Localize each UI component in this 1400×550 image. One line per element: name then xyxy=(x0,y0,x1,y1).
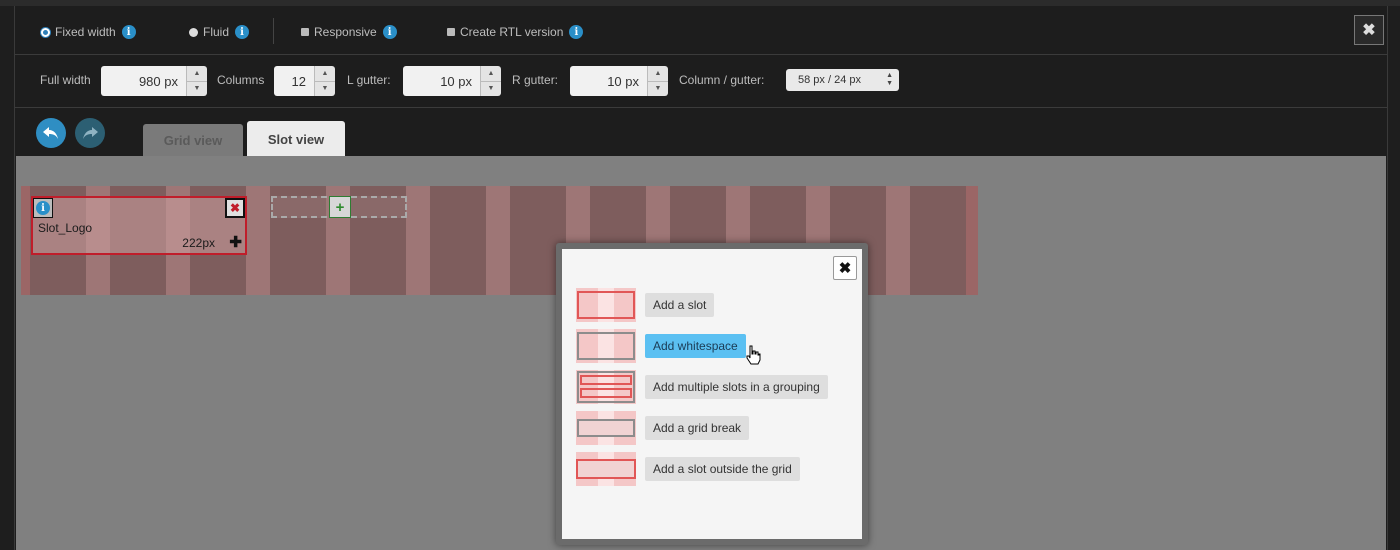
add-slot-button[interactable]: + xyxy=(329,196,351,218)
slot-logo[interactable]: i ✖ Slot_Logo 222px ✚ xyxy=(31,196,247,255)
columns-stepper[interactable]: 12 ▲ ▼ xyxy=(274,66,335,96)
grid-column xyxy=(910,186,966,295)
hand-cursor-icon xyxy=(746,345,761,365)
fixed-width-label: Fixed width xyxy=(55,25,116,39)
rtl-option[interactable]: Create RTL version i xyxy=(447,24,584,40)
full-width-stepper[interactable]: 980 px ▲ ▼ xyxy=(101,66,207,96)
option-add-slot[interactable]: Add a slot xyxy=(576,288,862,322)
add-slot-placeholder[interactable]: + xyxy=(271,196,407,218)
l-gutter-spinner[interactable]: ▲ ▼ xyxy=(480,66,501,96)
fixed-width-option[interactable]: Fixed width i xyxy=(41,24,136,40)
add-element-popup: ✖ Add a slot Add whitespace Add multiple… xyxy=(556,243,868,545)
fluid-label: Fluid xyxy=(203,25,230,39)
grid-gutter xyxy=(886,186,910,295)
popup-body: ✖ Add a slot Add whitespace Add multiple… xyxy=(562,249,862,539)
columns-label: Columns xyxy=(217,73,265,87)
r-gutter-label: R gutter: xyxy=(512,73,559,87)
option-add-grouping[interactable]: Add multiple slots in a grouping xyxy=(576,370,862,404)
undo-button[interactable] xyxy=(36,118,66,148)
column-gutter-select[interactable]: 58 px / 24 px ▲ ▼ xyxy=(786,69,899,91)
grid-gutter xyxy=(406,186,430,295)
resize-handle-icon[interactable]: ✚ xyxy=(229,235,242,251)
spin-up-icon[interactable]: ▲ xyxy=(481,66,501,82)
redo-button[interactable] xyxy=(75,118,105,148)
grid-gutter xyxy=(486,186,510,295)
info-icon[interactable]: i xyxy=(235,25,250,39)
add-grouping-option-button[interactable]: Add multiple slots in a grouping xyxy=(645,375,828,399)
full-width-input[interactable]: 980 px xyxy=(101,66,186,96)
spin-up-icon[interactable]: ▲ xyxy=(648,66,668,82)
whitespace-thumbnail xyxy=(576,329,636,363)
fixed-width-radio[interactable] xyxy=(41,27,50,37)
add-slot-option-button[interactable]: Add a slot xyxy=(645,293,715,317)
responsive-label: Responsive xyxy=(314,25,377,39)
option-add-outside-slot[interactable]: Add a slot outside the grid xyxy=(576,452,862,486)
slot-name: Slot_Logo xyxy=(38,221,93,235)
divider xyxy=(273,18,274,44)
tab-slot-view[interactable]: Slot view xyxy=(247,121,345,157)
info-icon[interactable]: i xyxy=(382,25,397,39)
grid-gutter xyxy=(246,186,270,295)
info-icon[interactable]: i xyxy=(121,25,136,39)
spin-up-icon[interactable]: ▲ xyxy=(187,66,207,82)
r-gutter-stepper[interactable]: 10 px ▲ ▼ xyxy=(570,66,668,96)
fluid-option[interactable]: Fluid i xyxy=(189,24,250,40)
grid-column xyxy=(430,186,486,295)
add-outside-slot-option-button[interactable]: Add a slot outside the grid xyxy=(645,457,800,481)
l-gutter-stepper[interactable]: 10 px ▲ ▼ xyxy=(403,66,501,96)
slot-delete-button[interactable]: ✖ xyxy=(225,198,245,218)
columns-spinner[interactable]: ▲ ▼ xyxy=(314,66,335,96)
l-gutter-label: L gutter: xyxy=(347,73,391,87)
column-gutter-label: Column / gutter: xyxy=(679,73,765,87)
column-gutter-value: 58 px / 24 px xyxy=(798,74,861,86)
spin-down-icon[interactable]: ▼ xyxy=(187,82,207,97)
tab-grid-view[interactable]: Grid view xyxy=(143,124,243,157)
layout-mode-bar: Fixed width i Fluid i Responsive i Creat… xyxy=(15,6,1387,55)
redo-icon xyxy=(83,127,98,139)
option-add-grid-break[interactable]: Add a grid break xyxy=(576,411,862,445)
option-add-whitespace[interactable]: Add whitespace xyxy=(576,329,862,365)
info-icon[interactable]: i xyxy=(569,25,584,39)
info-icon: i xyxy=(36,201,50,215)
add-whitespace-option-button[interactable]: Add whitespace xyxy=(645,334,746,358)
add-grid-break-option-button[interactable]: Add a grid break xyxy=(645,416,750,440)
grid-settings-bar: Full width 980 px ▲ ▼ Columns 12 ▲ ▼ L gut… xyxy=(15,55,1387,108)
grid-break-thumbnail xyxy=(576,411,636,445)
columns-input[interactable]: 12 xyxy=(274,66,314,96)
slot-width: 222px xyxy=(182,236,215,250)
spin-down-icon[interactable]: ▼ xyxy=(481,82,501,97)
undo-icon xyxy=(43,127,58,139)
popup-close-button[interactable]: ✖ xyxy=(833,256,857,280)
responsive-checkbox[interactable] xyxy=(301,28,309,36)
fluid-radio[interactable] xyxy=(189,27,198,37)
rtl-checkbox[interactable] xyxy=(447,28,455,36)
grid-builder-window: Fixed width i Fluid i Responsive i Creat… xyxy=(14,6,1388,550)
spin-down-icon[interactable]: ▼ xyxy=(648,82,668,97)
r-gutter-input[interactable]: 10 px xyxy=(570,66,647,96)
spin-up-icon[interactable]: ▲ xyxy=(315,66,335,82)
r-gutter-spinner[interactable]: ▲ ▼ xyxy=(647,66,668,96)
spin-down-icon[interactable]: ▼ xyxy=(315,82,335,97)
full-width-spinner[interactable]: ▲ ▼ xyxy=(186,66,207,96)
close-window-button[interactable]: ✖ xyxy=(1354,15,1384,45)
outside-slot-thumbnail xyxy=(576,452,636,486)
select-arrows-icon: ▲ ▼ xyxy=(886,72,893,87)
grouping-thumbnail xyxy=(576,370,636,404)
full-width-label: Full width xyxy=(40,73,91,87)
slot-thumbnail xyxy=(576,288,636,322)
responsive-option[interactable]: Responsive i xyxy=(301,24,397,40)
rtl-label: Create RTL version xyxy=(460,25,564,39)
l-gutter-input[interactable]: 10 px xyxy=(403,66,480,96)
slot-info-button[interactable]: i xyxy=(33,198,53,218)
